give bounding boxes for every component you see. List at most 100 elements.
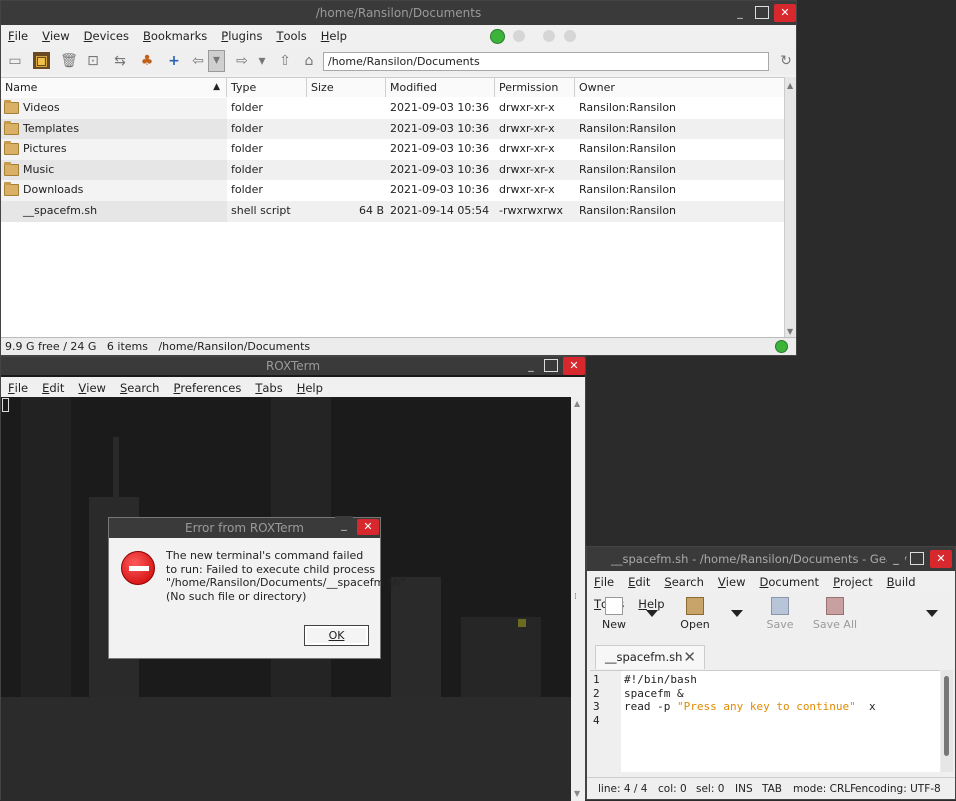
panel-3-indicator-icon[interactable]: [543, 30, 555, 42]
roxterm-titlebar[interactable]: ROXTerm _ ✕: [1, 357, 585, 375]
panel-2-indicator-icon[interactable]: [513, 30, 525, 42]
minimize-button[interactable]: _: [522, 357, 540, 374]
menu-help[interactable]: Help: [290, 377, 330, 399]
close-button[interactable]: ✕: [563, 357, 585, 375]
file-owner: Ransilon:Ransilon: [579, 101, 677, 114]
file-type: folder: [231, 101, 263, 114]
code-editor[interactable]: 1 2 3 4 #!/bin/bash spacefm & read -p "P…: [590, 670, 940, 772]
scroll-grip-icon[interactable]: ⁞: [574, 592, 577, 602]
minimize-button[interactable]: _: [335, 516, 353, 533]
menu-view[interactable]: View: [71, 377, 113, 399]
up-icon[interactable]: ⇧: [276, 52, 294, 70]
trash-icon[interactable]: 🗑: [60, 52, 78, 70]
menu-edit[interactable]: Edit: [621, 571, 657, 593]
column-header-name[interactable]: Name ▲: [1, 78, 227, 97]
tree-icon[interactable]: ♣: [138, 52, 156, 70]
file-row[interactable]: Downloads folder 2021-09-03 10:36 drwxr-xr-…: [1, 180, 785, 201]
file-row[interactable]: Pictures folder 2021-09-03 10:36 drwxr-xr-x…: [1, 139, 785, 160]
background-spire: [113, 437, 119, 507]
status-line: line: 4 / 4: [598, 783, 648, 795]
column-header-owner[interactable]: Owner: [575, 78, 785, 97]
back-history-dropdown-icon[interactable]: ▾: [208, 50, 225, 72]
file-row[interactable]: Music folder 2021-09-03 10:36 drwxr-xr-x Ran…: [1, 159, 785, 181]
home-icon[interactable]: ⌂: [300, 52, 318, 70]
open-dropdown-icon[interactable]: [731, 610, 743, 617]
maximize-button[interactable]: [910, 552, 924, 565]
file-owner: Ransilon:Ransilon: [579, 142, 677, 156]
scroll-down-icon[interactable]: ▼: [574, 789, 580, 798]
image-icon[interactable]: ▣: [33, 52, 50, 69]
drive-icon[interactable]: ▭: [6, 52, 24, 70]
menu-file[interactable]: File: [1, 377, 35, 399]
minimize-button[interactable]: _: [731, 4, 749, 21]
swap-icon[interactable]: ⇆: [111, 52, 129, 70]
menu-edit[interactable]: Edit: [35, 377, 71, 399]
file-row[interactable]: Videos folder 2021-09-03 10:36 drwxr-xr-x Ra…: [1, 98, 785, 119]
menu-file[interactable]: File: [1, 25, 35, 47]
forward-icon[interactable]: ⇨: [233, 52, 251, 70]
column-header-type[interactable]: Type: [227, 78, 307, 97]
scroll-down-icon[interactable]: ▼: [787, 327, 793, 336]
maximize-button[interactable]: [755, 6, 769, 19]
file-modified: 2021-09-03 10:36: [390, 101, 490, 114]
folder-icon: [4, 100, 19, 114]
menu-plugins[interactable]: Plugins: [214, 25, 269, 47]
menu-help[interactable]: Help: [314, 25, 354, 47]
menu-search[interactable]: Search: [657, 571, 711, 593]
file-row[interactable]: Templates folder 2021-09-03 10:36 drwxr-xr-…: [1, 118, 785, 140]
new-tab-icon[interactable]: +: [165, 52, 183, 70]
menu-file[interactable]: File: [587, 571, 621, 593]
geany-titlebar[interactable]: __spacefm.sh - /home/Ransilon/Documents …: [587, 547, 955, 571]
menu-preferences[interactable]: Preferences: [166, 377, 248, 399]
ok-button[interactable]: OK: [304, 625, 369, 646]
file-row[interactable]: __spacefm.sh shell script 64 B 2021-09-14 0…: [1, 201, 785, 222]
close-button[interactable]: ✕: [930, 550, 952, 568]
new-button[interactable]: New: [589, 593, 639, 631]
menu-search[interactable]: Search: [113, 377, 167, 399]
menu-devices[interactable]: Devices: [77, 25, 136, 47]
save-all-button[interactable]: Save All: [810, 593, 860, 631]
maximize-button[interactable]: [544, 359, 558, 372]
toolbar-overflow-icon[interactable]: [926, 610, 938, 617]
scroll-up-icon[interactable]: ▲: [574, 399, 580, 408]
file-name: Pictures: [23, 142, 67, 156]
column-header-modified[interactable]: Modified: [386, 78, 495, 97]
menu-view[interactable]: View: [35, 25, 77, 47]
file-size: 64 B: [358, 204, 384, 217]
panel-1-indicator-icon[interactable]: [490, 29, 505, 44]
menu-bookmarks[interactable]: Bookmarks: [136, 25, 214, 47]
scrollbar-thumb[interactable]: [944, 676, 949, 756]
dialog-titlebar[interactable]: Error from ROXTerm _ ✕: [109, 516, 380, 538]
open-button[interactable]: Open: [670, 593, 720, 631]
forward-history-dropdown-icon[interactable]: ▾: [253, 52, 271, 70]
menu-view[interactable]: View: [711, 571, 753, 593]
close-button[interactable]: ✕: [774, 4, 796, 22]
new-dropdown-icon[interactable]: [646, 610, 658, 617]
editor-scrollbar[interactable]: [941, 670, 953, 772]
path-bar[interactable]: /home/Ransilon/Documents: [323, 52, 769, 71]
vertical-scrollbar[interactable]: ▲ ▼: [784, 77, 796, 339]
menu-project[interactable]: Project: [826, 571, 880, 593]
menu-tools[interactable]: Tools: [269, 25, 313, 47]
scroll-up-icon[interactable]: ▲: [787, 81, 793, 90]
back-icon[interactable]: ⇦: [189, 52, 207, 70]
status-bar: line: 4 / 4 col: 0 sel: 0 INS TAB mode: …: [587, 777, 955, 799]
column-header-permission[interactable]: Permission: [495, 78, 575, 97]
minimize-button[interactable]: _: [887, 550, 905, 567]
close-button[interactable]: ✕: [357, 519, 379, 535]
save-button[interactable]: Save: [755, 593, 805, 631]
mount-icon[interactable]: ⊡: [84, 52, 102, 70]
error-icon: [121, 551, 155, 585]
refresh-icon[interactable]: ↻: [777, 52, 795, 70]
menubar: File View Devices Bookmarks Plugins Tools Help: [1, 25, 796, 47]
panel-4-indicator-icon[interactable]: [564, 30, 576, 42]
menu-document[interactable]: Document: [752, 571, 826, 593]
tab-spacefm-sh[interactable]: __spacefm.sh ✕: [595, 645, 705, 669]
menu-build[interactable]: Build: [880, 571, 923, 593]
menu-tabs[interactable]: Tabs: [248, 377, 289, 399]
file-owner: Ransilon:Ransilon: [579, 183, 677, 197]
spacefm-titlebar[interactable]: /home/Ransilon/Documents _ ✕: [1, 1, 796, 25]
column-header-size[interactable]: Size: [307, 78, 386, 97]
close-tab-icon[interactable]: ✕: [683, 646, 696, 668]
terminal-scrollbar[interactable]: ▲ ⁞ ▼: [571, 397, 585, 801]
